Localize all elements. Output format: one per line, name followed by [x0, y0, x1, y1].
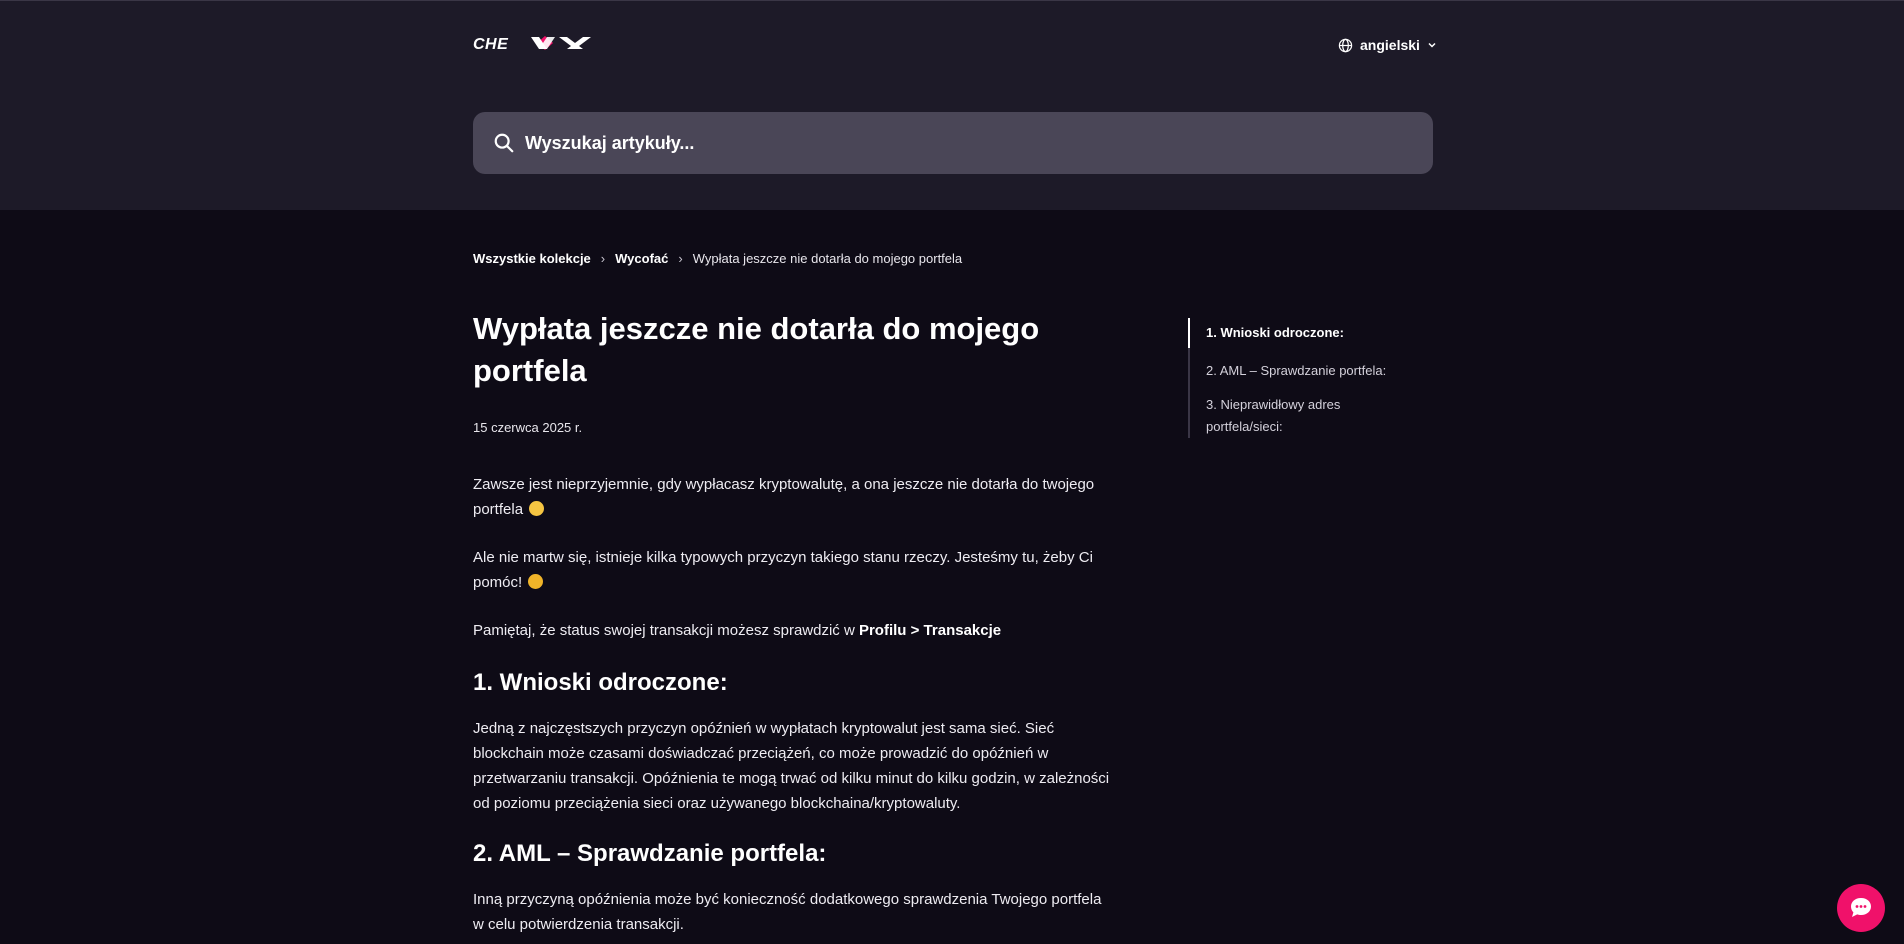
site-header: CHE angielski [0, 0, 1904, 210]
article-paragraph: Ale nie martw się, istnieje kilka typowy… [473, 545, 1113, 595]
search-bar[interactable] [473, 112, 1433, 174]
chat-launcher-button[interactable] [1837, 884, 1885, 932]
paragraph-text: Pamiętaj, że status swojej transakcji mo… [473, 622, 855, 639]
article-paragraph: Inną przyczyną opóźnienia może być konie… [473, 891, 1102, 933]
brand-logo[interactable]: CHE [473, 33, 593, 53]
paragraph-text: Zawsze jest nieprzyjemnie, gdy wypłacasz… [473, 476, 1095, 518]
sad-face-emoji-icon [529, 501, 545, 516]
paragraph-text: Ale nie martw się, istnieje kilka typowy… [473, 549, 1093, 591]
cat-face-emoji-icon [528, 574, 544, 589]
search-icon [493, 132, 515, 154]
table-of-contents: 1. Wnioski odroczone: 2. AML – Sprawdzan… [1188, 318, 1408, 438]
globe-icon [1338, 38, 1353, 53]
breadcrumb-separator: › [600, 250, 606, 266]
article-title: Wypłata jeszcze nie dotarła do mojego po… [473, 311, 1040, 388]
svg-text:CHE: CHE [473, 36, 509, 51]
search-input[interactable] [525, 132, 1405, 154]
breadcrumb-all-collections[interactable]: Wszystkie kolekcje [473, 251, 591, 266]
toc-item-aml-check[interactable]: 2. AML – Sprawdzanie portfela: [1190, 360, 1408, 382]
toc-item-deferred-requests[interactable]: 1. Wnioski odroczone: [1188, 318, 1408, 348]
article-paragraph: Pamiętaj, że status swojej transakcji mo… [473, 618, 1113, 643]
toc-item-wrong-address[interactable]: 3. Nieprawidłowy adres portfela/sieci: [1190, 394, 1390, 438]
language-selector[interactable]: angielski [1338, 35, 1437, 55]
breadcrumb-separator: › [678, 250, 683, 266]
profile-transactions-path: Profilu > Transakcje [858, 622, 1002, 639]
chexx-logo-icon: CHE [473, 36, 591, 51]
article: Wypłata jeszcze nie dotarła do mojego po… [473, 308, 1113, 937]
breadcrumb-collection[interactable]: Wycofać [615, 251, 668, 266]
article-paragraph: Zawsze jest nieprzyjemnie, gdy wypłacasz… [473, 472, 1113, 522]
article-date: 15 czerwca 2025 r. [473, 420, 583, 435]
chat-bubble-icon [1851, 898, 1871, 917]
chevron-down-icon [1427, 40, 1437, 50]
section-heading-aml-check: 2. AML – Sprawdzanie portfela: [473, 840, 827, 867]
article-paragraph: Jedną z najczęstszych przyczyn opóźnień … [473, 720, 1110, 812]
breadcrumb: Wszystkie kolekcje › Wycofać › Wypłata j… [473, 249, 962, 267]
language-label: angielski [1360, 37, 1420, 53]
breadcrumb-current: Wypłata jeszcze nie dotarła do mojego po… [692, 250, 963, 266]
section-heading-deferred-requests: 1. Wnioski odroczone: [473, 669, 728, 696]
